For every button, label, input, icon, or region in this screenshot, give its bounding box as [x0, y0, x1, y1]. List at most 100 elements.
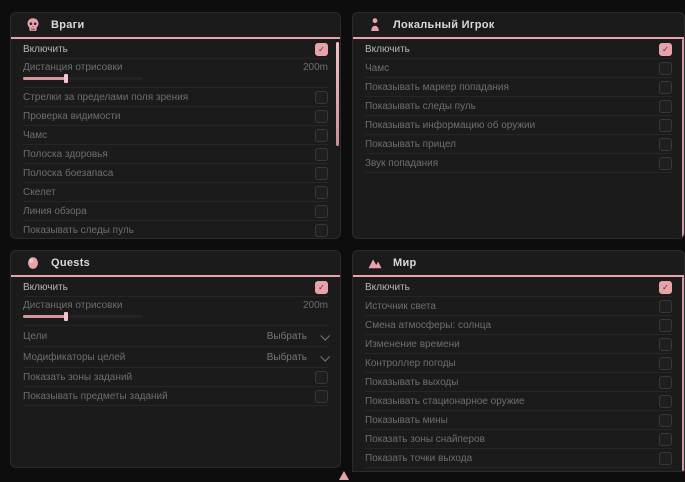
toggle-row[interactable]: Источник света — [365, 297, 672, 316]
toggle-row[interactable]: Включить✓ — [365, 40, 672, 59]
toggle-row[interactable]: Проверка видимости — [23, 107, 328, 126]
checkbox[interactable] — [315, 91, 328, 104]
checkbox[interactable] — [315, 129, 328, 142]
toggle-row[interactable]: Показывать выходы — [365, 373, 672, 392]
toggle-row[interactable]: Полоска боезапаса — [23, 164, 328, 183]
slider-row[interactable]: Дистанция отрисовки200m — [23, 297, 328, 326]
row-label: Дистанция отрисовки — [23, 62, 122, 73]
checkbox[interactable]: ✓ — [659, 281, 672, 294]
toggle-row[interactable]: Контроллер погоды — [365, 354, 672, 373]
checkbox[interactable] — [659, 338, 672, 351]
slider-thumb[interactable] — [64, 74, 68, 83]
toggle-row[interactable]: Смена атмосферы: солнца — [365, 316, 672, 335]
toggle-row[interactable]: Изменение времени — [365, 335, 672, 354]
scrollbar[interactable] — [682, 39, 684, 238]
checkbox[interactable] — [659, 138, 672, 151]
panel-rows: Включить✓ Источник света Смена атмосферы: … — [353, 277, 684, 468]
chevron-down-icon — [320, 351, 330, 361]
checkbox[interactable] — [315, 390, 328, 403]
select-row[interactable]: Модификаторы целей Выбрать — [23, 347, 328, 368]
slider-row[interactable]: Дистанция отрисовки200m — [23, 59, 328, 88]
row-label: Показать зоны снайперов — [365, 434, 485, 445]
toggle-row[interactable]: Показывать следы пуль — [23, 221, 328, 239]
slider-thumb[interactable] — [64, 312, 68, 321]
checkbox[interactable] — [315, 110, 328, 123]
toggle-row[interactable]: Показать зоны снайперов — [365, 430, 672, 449]
checkbox[interactable] — [659, 376, 672, 389]
row-label: Показать зоны заданий — [23, 372, 132, 383]
toggle-row[interactable]: Полоска здоровья — [23, 145, 328, 164]
scrollbar[interactable] — [682, 277, 684, 471]
toggle-row[interactable]: Показывать информацию об оружии — [365, 116, 672, 135]
toggle-row[interactable]: Включить✓ — [365, 278, 672, 297]
toggle-row[interactable]: Чамс — [23, 126, 328, 145]
toggle-row[interactable]: Показывать прицел — [365, 135, 672, 154]
toggle-row[interactable]: Показывать следы пуль — [365, 97, 672, 116]
checkbox[interactable]: ✓ — [315, 281, 328, 294]
toggle-row[interactable]: Чамс — [365, 59, 672, 78]
row-label: Показывать следы пуль — [365, 101, 476, 112]
toggle-row[interactable]: Показать точки выхода — [365, 449, 672, 468]
checkbox[interactable] — [659, 319, 672, 332]
panel-enemies: Враги Включить✓Дистанция отрисовки200mСт… — [10, 12, 341, 239]
checkbox[interactable] — [659, 395, 672, 408]
checkbox[interactable] — [659, 452, 672, 465]
row-label: Цели — [23, 331, 47, 342]
panel-title: Враги — [51, 19, 85, 31]
checkbox[interactable] — [315, 167, 328, 180]
checkbox[interactable] — [315, 371, 328, 384]
checkbox[interactable]: ✓ — [315, 43, 328, 56]
checkbox[interactable] — [315, 224, 328, 237]
row-label: Полоска боезапаса — [23, 168, 113, 179]
checkbox[interactable] — [659, 100, 672, 113]
checkbox[interactable] — [659, 433, 672, 446]
panel-rows: Включить✓Дистанция отрисовки200m Цели Выбр… — [11, 277, 340, 406]
checkbox[interactable] — [659, 414, 672, 427]
row-label: Показывать информацию об оружии — [365, 120, 535, 131]
toggle-row[interactable]: Включить✓ — [23, 40, 328, 59]
toggle-row[interactable]: Скелет — [23, 183, 328, 202]
toggle-row[interactable]: Показывать маркер попадания — [365, 78, 672, 97]
select-row[interactable]: Цели Выбрать — [23, 326, 328, 347]
toggle-row[interactable]: Звук попадания — [365, 154, 672, 173]
checkbox[interactable] — [315, 205, 328, 218]
toggle-row[interactable]: Показывать стационарное оружие — [365, 392, 672, 411]
toggle-row[interactable]: Стрелки за пределами поля зрения — [23, 88, 328, 107]
row-label: Полоска здоровья — [23, 149, 108, 160]
scrollbar-thumb[interactable] — [336, 42, 339, 146]
checkbox[interactable] — [659, 300, 672, 313]
panel-rows: Включить✓ЧамсПоказывать маркер попадания… — [353, 39, 684, 173]
toggle-row[interactable]: Линия обзора — [23, 202, 328, 221]
slider[interactable] — [23, 77, 143, 80]
toggle-row[interactable]: Включить✓ — [23, 278, 328, 297]
toggle-row[interactable]: Показывать предметы заданий — [23, 387, 328, 406]
checkbox[interactable] — [659, 157, 672, 170]
checkbox[interactable] — [659, 357, 672, 370]
row-label: Скелет — [23, 187, 56, 198]
checkbox[interactable] — [659, 62, 672, 75]
mountain-icon — [367, 255, 383, 271]
row-label: Показывать следы пуль — [23, 225, 134, 236]
panel-header: Локальный Игрок — [353, 13, 684, 39]
chevron-down-icon — [320, 330, 330, 340]
row-label: Показывать выходы — [365, 377, 458, 388]
checkbox[interactable] — [315, 186, 328, 199]
row-label: Показывать стационарное оружие — [365, 396, 525, 407]
slider[interactable] — [23, 315, 143, 318]
toggle-row[interactable]: Показывать мины — [365, 411, 672, 430]
row-label: Проверка видимости — [23, 111, 121, 122]
dropdown[interactable]: Выбрать — [267, 352, 328, 363]
row-label: Модификаторы целей — [23, 352, 125, 363]
checkbox[interactable] — [315, 148, 328, 161]
checkbox[interactable] — [659, 81, 672, 94]
row-label: Показывать предметы заданий — [23, 391, 168, 402]
checkbox[interactable] — [659, 119, 672, 132]
toggle-row[interactable]: Показать зоны заданий — [23, 368, 328, 387]
dropdown-value: Выбрать — [267, 331, 307, 342]
checkbox[interactable]: ✓ — [659, 43, 672, 56]
panel-title: Quests — [51, 257, 90, 269]
panel-header: Мир — [353, 251, 684, 277]
dropdown[interactable]: Выбрать — [267, 331, 328, 342]
slider-value: 200m — [303, 300, 328, 311]
row-label: Источник света — [365, 301, 436, 312]
